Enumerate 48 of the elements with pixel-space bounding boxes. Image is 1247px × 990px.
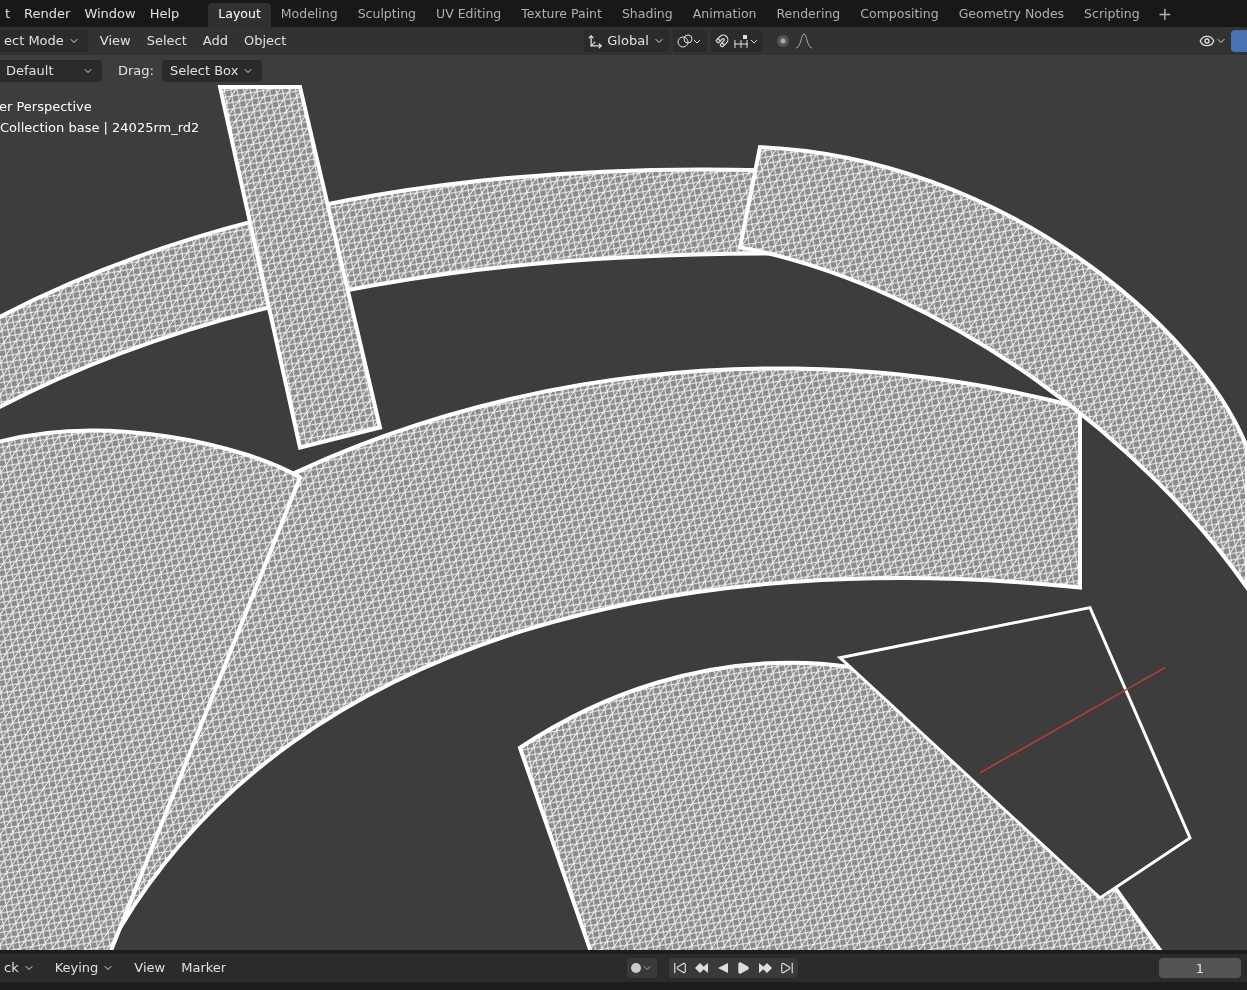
next-keyframe-icon[interactable] xyxy=(757,962,774,974)
falloff-curve-icon[interactable] xyxy=(794,33,813,49)
drag-dropdown[interactable]: Select Box xyxy=(161,60,263,82)
play-icon[interactable] xyxy=(736,961,751,975)
pivot-dropdown[interactable]: Default xyxy=(0,60,102,82)
view-name: er Perspective xyxy=(0,98,93,116)
gizmo-toggle[interactable] xyxy=(1231,30,1247,52)
workspace-tab[interactable]: Sculpting xyxy=(347,2,427,27)
workspace-tab[interactable]: Layout xyxy=(208,2,271,27)
workspace-tab[interactable]: Shading xyxy=(611,2,683,27)
workspace-tab[interactable]: Scripting xyxy=(1074,2,1150,27)
pivot-button[interactable] xyxy=(672,30,707,52)
menu-item[interactable]: Help xyxy=(142,3,187,24)
axes-icon xyxy=(588,33,604,49)
menu-item[interactable]: t xyxy=(0,3,18,24)
collection-name: Collection base | 24025rm_rd2 xyxy=(0,119,201,137)
eye-icon xyxy=(1199,33,1215,49)
record-button[interactable] xyxy=(627,958,658,978)
drag-label: Drag: xyxy=(118,62,154,81)
proportional-edit-icon[interactable] xyxy=(774,33,791,49)
workspace-tab[interactable]: Modeling xyxy=(270,2,348,27)
orientation-dropdown[interactable]: Global xyxy=(584,30,669,52)
jump-start-icon[interactable] xyxy=(673,961,688,975)
workspace-tab[interactable]: Compositing xyxy=(850,2,949,27)
mode-dropdown[interactable]: ect Mode xyxy=(0,30,88,52)
add-workspace-button[interactable]: + xyxy=(1149,1,1180,28)
snap-button[interactable] xyxy=(710,30,763,52)
link-rings-icon xyxy=(676,34,703,48)
workspace-tab[interactable]: UV Editing xyxy=(426,2,512,27)
menu-item[interactable]: View xyxy=(126,957,174,979)
magnet-icon xyxy=(714,34,729,48)
frame-field[interactable]: 1 xyxy=(1159,958,1241,978)
menu-item[interactable]: Render xyxy=(17,3,78,24)
visibility-dropdown[interactable] xyxy=(1199,33,1227,49)
previous-keyframe-icon[interactable] xyxy=(694,962,711,974)
menu-item[interactable]: Object xyxy=(235,30,295,52)
workspace-tab[interactable]: Texture Paint xyxy=(511,2,612,27)
workspace-tab[interactable]: Animation xyxy=(682,2,767,27)
menu-item[interactable]: Select xyxy=(138,30,195,52)
menu-item[interactable]: Window xyxy=(77,3,143,24)
menu-item[interactable]: Marker xyxy=(173,957,235,979)
menu-item[interactable]: Add xyxy=(194,30,236,52)
jump-end-icon[interactable] xyxy=(780,961,795,975)
play-reverse-icon[interactable] xyxy=(717,962,730,974)
snap-increment-icon xyxy=(732,34,759,48)
workspace-tab[interactable]: Rendering xyxy=(766,2,851,27)
menu-item[interactable]: View xyxy=(91,30,139,52)
workspace-tab[interactable]: Geometry Nodes xyxy=(948,2,1075,27)
